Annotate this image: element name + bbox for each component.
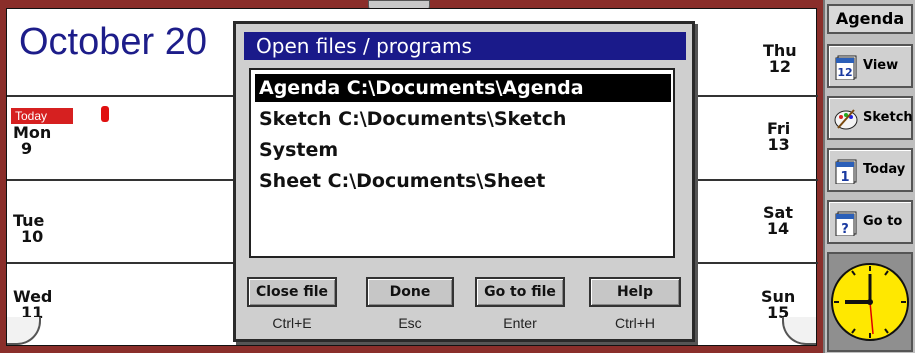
file-list-item-system[interactable]: System bbox=[255, 136, 671, 164]
file-list-item-sheet[interactable]: Sheet C:\Documents\Sheet bbox=[255, 167, 671, 195]
clock-icon bbox=[831, 263, 909, 341]
file-list[interactable]: Agenda C:\Documents\Agenda Sketch C:\Doc… bbox=[249, 68, 675, 258]
calendar-1-icon-digit: 1 bbox=[840, 170, 849, 184]
calendar-1-icon: 1 bbox=[835, 159, 857, 184]
go-to-file-button[interactable]: Go to file bbox=[475, 277, 565, 307]
day-number: 9 bbox=[21, 139, 33, 158]
day-label-tue[interactable]: Tue 10 bbox=[13, 213, 44, 245]
file-list-item-agenda[interactable]: Agenda C:\Documents\Agenda bbox=[255, 74, 671, 102]
go-to-button-label: Go to bbox=[863, 214, 903, 229]
calendar-question-icon-glyph: ? bbox=[841, 222, 849, 236]
open-files-dialog: Open files / programs Agenda C:\Document… bbox=[233, 21, 695, 342]
event-marker[interactable] bbox=[101, 106, 109, 122]
close-file-button[interactable]: Close file bbox=[247, 277, 337, 307]
shortcut-go-to-file: Enter bbox=[503, 315, 537, 331]
day-number: 12 bbox=[768, 57, 791, 76]
day-number: 10 bbox=[21, 227, 44, 246]
done-button[interactable]: Done bbox=[366, 277, 454, 307]
clock-panel[interactable] bbox=[827, 252, 913, 352]
shortcut-done: Esc bbox=[398, 315, 422, 331]
calendar-12-icon-digits: 12 bbox=[837, 66, 852, 79]
sidebar-title: Agenda bbox=[827, 4, 913, 34]
day-number: 13 bbox=[767, 135, 790, 154]
view-button[interactable]: 12 View bbox=[827, 44, 913, 88]
today-button-label: Today bbox=[863, 162, 906, 177]
day-name: Mon bbox=[13, 123, 52, 142]
today-badge: Today bbox=[11, 108, 73, 124]
divider bbox=[695, 179, 818, 181]
sketch-button[interactable]: Sketch bbox=[827, 96, 913, 140]
sidebar: Agenda 12 View Sketch 1 Today ? Go to bbox=[823, 0, 915, 353]
today-button[interactable]: 1 Today bbox=[827, 148, 913, 192]
divider bbox=[7, 262, 237, 264]
help-button[interactable]: Help bbox=[589, 277, 681, 307]
day-number: 14 bbox=[766, 219, 790, 238]
sketch-palette-icon bbox=[834, 109, 858, 130]
page-curl-right[interactable] bbox=[782, 317, 816, 345]
month-heading: October 20 bbox=[19, 21, 207, 63]
day-label-sat[interactable]: Sat 14 bbox=[763, 205, 793, 237]
shortcut-close-file: Ctrl+E bbox=[272, 315, 312, 331]
divider bbox=[695, 95, 818, 97]
file-list-item-sketch[interactable]: Sketch C:\Documents\Sketch bbox=[255, 105, 671, 133]
day-label-mon[interactable]: Mon 9 bbox=[13, 125, 51, 157]
view-button-label: View bbox=[863, 58, 899, 73]
divider bbox=[695, 262, 818, 264]
divider bbox=[7, 179, 237, 181]
dialog-title: Open files / programs bbox=[244, 32, 686, 60]
divider bbox=[7, 95, 237, 97]
calendar-question-icon: ? bbox=[835, 211, 857, 236]
day-label-thu[interactable]: Thu 12 bbox=[763, 43, 797, 75]
day-label-fri[interactable]: Fri 13 bbox=[767, 121, 790, 153]
sketch-button-label: Sketch bbox=[863, 110, 913, 125]
go-to-button[interactable]: ? Go to bbox=[827, 200, 913, 244]
calendar-12-icon: 12 bbox=[835, 55, 857, 80]
shortcut-help: Ctrl+H bbox=[614, 315, 656, 331]
page-curl-left[interactable] bbox=[7, 317, 41, 345]
